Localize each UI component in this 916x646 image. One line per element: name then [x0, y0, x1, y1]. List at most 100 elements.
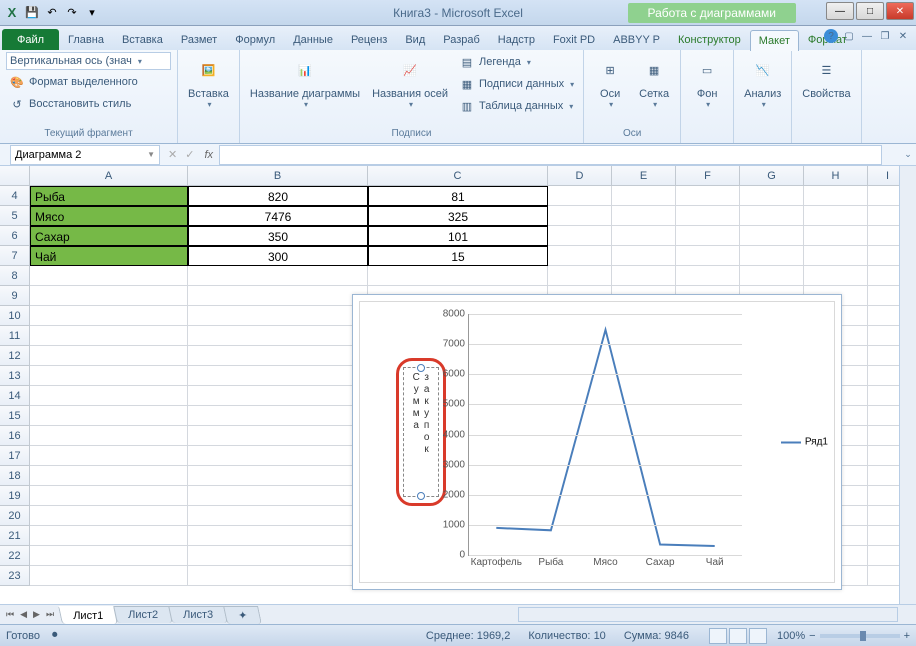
plot-area[interactable]: 010002000300040005000600070008000Картофе… [468, 314, 742, 556]
gridlines-button[interactable]: ▦Сетка [634, 52, 674, 111]
cell[interactable] [368, 266, 548, 286]
cell[interactable]: 101 [368, 226, 548, 246]
row-header[interactable]: 4 [0, 186, 30, 206]
analysis-button[interactable]: 📉Анализ [740, 52, 785, 111]
chart-element-selector[interactable]: Вертикальная ось (знач [6, 52, 171, 70]
doc-close-icon[interactable]: ✕ [896, 29, 910, 43]
tab-chart-design[interactable]: Конструктор [669, 29, 750, 50]
save-icon[interactable]: 💾 [24, 5, 40, 21]
row-header[interactable]: 13 [0, 366, 30, 386]
cell[interactable] [676, 206, 740, 226]
horizontal-scrollbar[interactable] [518, 607, 898, 622]
cell[interactable] [188, 546, 368, 566]
row-header[interactable]: 6 [0, 226, 30, 246]
column-header[interactable]: G [740, 166, 804, 185]
cell[interactable]: 15 [368, 246, 548, 266]
column-header[interactable]: F [676, 166, 740, 185]
row-header[interactable]: 15 [0, 406, 30, 426]
sheet-nav-last-icon[interactable]: ⏭ [44, 609, 56, 620]
sheet-tab-1[interactable]: Лист1 [58, 606, 118, 624]
cell[interactable] [676, 266, 740, 286]
axis-titles-button[interactable]: 📈Названия осей [368, 52, 452, 111]
cell[interactable] [612, 266, 676, 286]
formula-input[interactable] [219, 145, 882, 165]
sheet-nav-next-icon[interactable]: ▶ [31, 609, 42, 620]
cell[interactable]: 820 [188, 186, 368, 206]
cell[interactable] [188, 266, 368, 286]
select-all-corner[interactable] [0, 166, 30, 185]
data-table-button[interactable]: ▥Таблица данных [456, 96, 577, 116]
cell[interactable] [30, 406, 188, 426]
cell[interactable] [188, 566, 368, 586]
fx-icon[interactable]: fx [198, 149, 219, 161]
cell[interactable] [740, 246, 804, 266]
cell[interactable] [612, 226, 676, 246]
insert-button[interactable]: 🖼️Вставка [184, 52, 233, 111]
cell[interactable] [30, 426, 188, 446]
cancel-icon[interactable]: ✕ [164, 148, 181, 161]
cell[interactable] [30, 306, 188, 326]
cell[interactable] [30, 466, 188, 486]
page-break-view-icon[interactable] [749, 628, 767, 644]
cell[interactable] [30, 366, 188, 386]
tab-abbyy[interactable]: ABBYY P [604, 29, 669, 50]
row-header[interactable]: 16 [0, 426, 30, 446]
axis-title-selected[interactable]: Сумма закупок [403, 367, 439, 497]
cell[interactable]: 7476 [188, 206, 368, 226]
row-header[interactable]: 5 [0, 206, 30, 226]
tab-addins[interactable]: Надстр [489, 29, 544, 50]
tab-home[interactable]: Главна [59, 29, 113, 50]
cell[interactable] [804, 266, 868, 286]
cell[interactable] [188, 506, 368, 526]
page-layout-view-icon[interactable] [729, 628, 747, 644]
cell[interactable] [30, 386, 188, 406]
row-header[interactable]: 7 [0, 246, 30, 266]
row-header[interactable]: 14 [0, 386, 30, 406]
axes-button[interactable]: ⊞Оси [590, 52, 630, 111]
cell[interactable]: Мясо [30, 206, 188, 226]
background-button[interactable]: ▭Фон [687, 52, 727, 111]
legend-button[interactable]: ▤Легенда [456, 52, 577, 72]
zoom-slider[interactable] [820, 634, 900, 638]
cell[interactable] [188, 326, 368, 346]
chart-title-button[interactable]: 📊Название диаграммы [246, 52, 364, 111]
row-header[interactable]: 11 [0, 326, 30, 346]
chart-area[interactable]: Сумма закупок 01000200030004000500060007… [359, 301, 835, 583]
row-header[interactable]: 22 [0, 546, 30, 566]
tab-file[interactable]: Файл [2, 29, 59, 50]
column-header[interactable]: H [804, 166, 868, 185]
new-sheet-button[interactable]: ✦ [223, 606, 262, 624]
macro-record-icon[interactable]: ⏺ [52, 629, 58, 642]
cell[interactable] [676, 246, 740, 266]
tab-page-layout[interactable]: Размет [172, 29, 226, 50]
column-header[interactable]: D [548, 166, 612, 185]
cell[interactable] [548, 266, 612, 286]
cell[interactable] [188, 306, 368, 326]
zoom-slider-thumb[interactable] [860, 631, 866, 641]
cell[interactable] [188, 466, 368, 486]
help-icon[interactable]: ? [824, 29, 838, 43]
cell[interactable]: 81 [368, 186, 548, 206]
sheet-tab-2[interactable]: Лист2 [113, 606, 173, 623]
expand-formula-bar-icon[interactable]: ⌄ [900, 149, 916, 160]
close-button[interactable]: ✕ [886, 2, 914, 20]
row-header[interactable]: 17 [0, 446, 30, 466]
cell[interactable] [676, 186, 740, 206]
cell[interactable] [188, 286, 368, 306]
cell[interactable] [740, 186, 804, 206]
embedded-chart[interactable]: Сумма закупок 01000200030004000500060007… [352, 294, 842, 590]
sheet-nav-first-icon[interactable]: ⏮ [4, 609, 16, 620]
sheet-nav-prev-icon[interactable]: ◀ [18, 609, 29, 620]
sheet-tab-3[interactable]: Лист3 [168, 606, 228, 623]
row-header[interactable]: 23 [0, 566, 30, 586]
cell[interactable] [30, 526, 188, 546]
cell[interactable] [30, 446, 188, 466]
namebox-dropdown-icon[interactable]: ▼ [147, 150, 155, 159]
cell[interactable]: 350 [188, 226, 368, 246]
row-header[interactable]: 10 [0, 306, 30, 326]
name-box[interactable]: Диаграмма 2▼ [10, 145, 160, 165]
cell[interactable] [804, 186, 868, 206]
cell[interactable] [740, 206, 804, 226]
undo-icon[interactable]: ↶ [44, 5, 60, 21]
enter-icon[interactable]: ✓ [181, 148, 198, 161]
